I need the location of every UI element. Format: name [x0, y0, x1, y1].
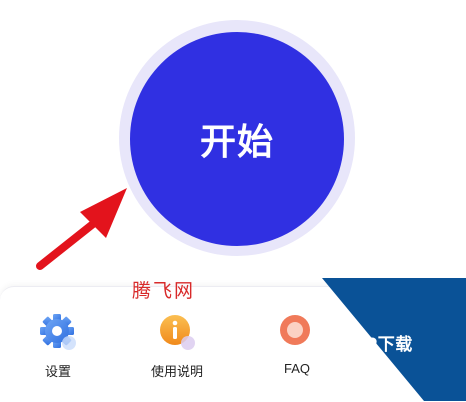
info-icon — [160, 315, 195, 350]
instructions-label: 使用说明 — [150, 364, 203, 379]
start-button[interactable]: 开始 — [130, 32, 344, 246]
pcpop-subtext: PCPOP Download — [323, 350, 379, 357]
instructions-button[interactable]: 使用说明 — [122, 312, 232, 382]
gear-icon — [40, 314, 76, 350]
watermark-text: 腾飞网 — [132, 280, 196, 302]
faq-label: FAQ — [283, 361, 310, 376]
settings-label: 设置 — [44, 364, 71, 379]
settings-button[interactable]: 设置 — [3, 312, 113, 382]
